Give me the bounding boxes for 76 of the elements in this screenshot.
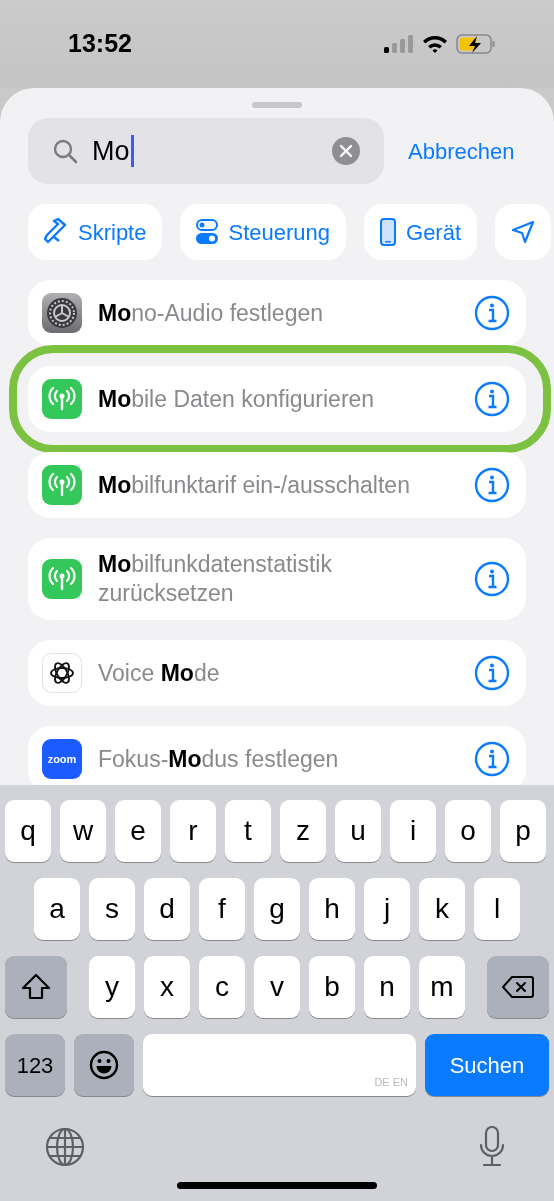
keyboard-key[interactable]: l xyxy=(474,878,520,940)
category-chip[interactable] xyxy=(495,204,552,260)
keyboard-key[interactable]: u xyxy=(335,800,381,862)
info-icon[interactable] xyxy=(474,295,510,331)
result-row[interactable]: Mono-Audio festlegen xyxy=(28,280,526,346)
gear-icon xyxy=(42,293,82,333)
keyboard-key[interactable]: r xyxy=(170,800,216,862)
category-chip[interactable]: Skripte xyxy=(28,204,163,260)
search-key[interactable]: Suchen xyxy=(425,1034,549,1096)
result-title: Voice Mode xyxy=(98,658,221,688)
keyboard-key[interactable]: v xyxy=(254,956,300,1018)
toggle-icon xyxy=(196,219,219,245)
keyboard-key[interactable]: f xyxy=(199,878,245,940)
knot-icon xyxy=(42,653,82,693)
result-row[interactable]: Mobile Daten konfigurieren xyxy=(28,366,526,432)
keyboard-key[interactable]: h xyxy=(309,878,355,940)
result-title: Mobile Daten konfigurieren xyxy=(98,384,376,414)
numbers-key[interactable]: 123 xyxy=(5,1034,65,1096)
keyboard-key[interactable]: c xyxy=(199,956,245,1018)
keyboard-key[interactable]: z xyxy=(280,800,326,862)
keyboard-key[interactable]: m xyxy=(419,956,465,1018)
info-icon[interactable] xyxy=(474,561,510,597)
keyboard-key[interactable]: b xyxy=(309,956,355,1018)
keyboard-key[interactable]: a xyxy=(34,878,80,940)
microphone-icon[interactable] xyxy=(479,1126,505,1168)
cancel-button[interactable]: Abbrechen xyxy=(408,134,515,168)
keyboard-key[interactable]: y xyxy=(89,956,135,1018)
info-icon[interactable] xyxy=(474,655,510,691)
keyboard-key[interactable]: i xyxy=(390,800,436,862)
battery-charging-icon xyxy=(456,34,496,54)
result-title: Fokus-Modus festlegen xyxy=(98,744,340,774)
result-title: Mono-Audio festlegen xyxy=(98,298,325,328)
navigation-arrow-icon xyxy=(511,220,536,244)
backspace-icon xyxy=(502,975,534,999)
result-row[interactable]: Mobilfunkdatenstatistik zurücksetzen xyxy=(28,538,526,620)
keyboard-key[interactable]: o xyxy=(445,800,491,862)
status-time: 13:52 xyxy=(68,28,132,60)
keyboard-key[interactable]: x xyxy=(144,956,190,1018)
keyboard-key[interactable]: n xyxy=(364,956,410,1018)
phone-icon xyxy=(380,218,396,246)
keyboard-key[interactable]: t xyxy=(225,800,271,862)
app-icon: zoom xyxy=(42,739,82,779)
keyboard-key[interactable]: p xyxy=(500,800,546,862)
search-icon xyxy=(52,138,78,164)
globe-icon[interactable] xyxy=(45,1127,85,1167)
shift-arrow-icon xyxy=(21,973,51,1001)
signal-icon xyxy=(384,35,414,53)
result-row[interactable]: Voice Mode xyxy=(28,640,526,706)
keyboard-key[interactable]: s xyxy=(89,878,135,940)
search-field[interactable]: Mo xyxy=(28,118,384,184)
info-icon[interactable] xyxy=(474,381,510,417)
keyboard-key[interactable]: g xyxy=(254,878,300,940)
info-icon[interactable] xyxy=(474,741,510,777)
keyboard-key[interactable]: d xyxy=(144,878,190,940)
keyboard-key[interactable]: j xyxy=(364,878,410,940)
keyboard-key[interactable]: e xyxy=(115,800,161,862)
emoji-key[interactable] xyxy=(74,1034,134,1096)
sheet-handle[interactable] xyxy=(252,102,302,108)
wifi-icon xyxy=(422,34,448,54)
backspace-key[interactable] xyxy=(487,956,549,1018)
category-chip[interactable]: Gerät xyxy=(364,204,478,260)
antenna-icon xyxy=(42,379,82,419)
smiley-icon xyxy=(89,1050,119,1080)
antenna-icon xyxy=(42,559,82,599)
info-icon[interactable] xyxy=(474,467,510,503)
shift-key[interactable] xyxy=(5,956,67,1018)
result-title: Mobilfunkdatenstatistik zurücksetzen xyxy=(98,550,333,608)
keyboard-key[interactable]: w xyxy=(60,800,106,862)
result-row[interactable]: zoom Fokus-Modus festlegen xyxy=(28,726,526,785)
result-row[interactable]: Mobilfunktarif ein-/ausschalten xyxy=(28,452,526,518)
antenna-icon xyxy=(42,465,82,505)
category-chip[interactable]: Steuerung xyxy=(180,204,346,260)
keyboard-key[interactable]: q xyxy=(5,800,51,862)
result-title: Mobilfunktarif ein-/ausschalten xyxy=(98,470,411,500)
clear-icon[interactable] xyxy=(332,137,360,165)
keyboard-key[interactable]: k xyxy=(419,878,465,940)
